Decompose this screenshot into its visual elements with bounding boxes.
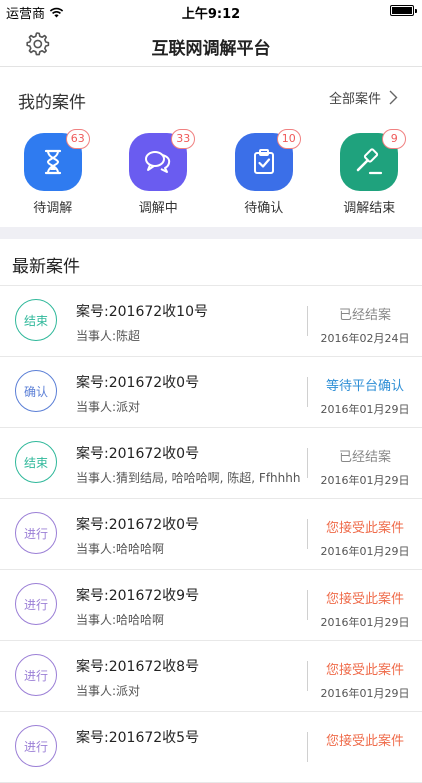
case-date: 2016年01月29日 [308,685,422,701]
hourglass-icon [37,146,69,178]
case-row[interactable]: 确认 案号:201672收0号 当事人:派对 等待平台确认 2016年01月29… [0,357,422,428]
case-status-text: 已经结案 [308,446,422,465]
case-status-badge: 进行 [15,654,57,696]
case-type-pending[interactable]: 63 待调解 [0,133,106,216]
case-status-text: 已经结案 [308,304,422,323]
case-party: 当事人:哈哈哈啊 [76,540,164,557]
case-date: 2016年01月29日 [308,543,422,559]
case-party: 当事人:哈哈哈啊 [76,611,164,628]
status-bar: 运营商 上午9:12 [0,0,422,22]
case-type-awaiting-confirm[interactable]: 10 待确认 [211,133,317,216]
case-type-label: 待确认 [244,197,283,216]
case-status-text: 您接受此案件 [308,730,422,749]
case-status-badge: 进行 [15,583,57,625]
case-party: 当事人:派对 [76,398,140,415]
case-status-text: 您接受此案件 [308,588,422,607]
case-type-completed[interactable]: 9 调解结束 [317,133,422,216]
case-status-badge: 结束 [15,441,57,483]
case-row[interactable]: 结束 案号:201672收10号 当事人:陈超 已经结案 2016年02月24日 [0,286,422,357]
battery-icon [390,5,414,16]
case-party: 当事人:猜到结局, 哈哈哈啊, 陈超, Ffhhhh [76,469,300,486]
case-status-badge: 确认 [15,370,57,412]
section-divider [0,227,422,239]
page-title: 互联网调解平台 [0,34,422,59]
nav-bar: 互联网调解平台 [0,22,422,67]
case-count-badge: 33 [171,129,195,149]
case-party: 当事人:派对 [76,682,140,699]
case-type-label: 调解中 [139,197,178,216]
case-status-badge: 进行 [15,725,57,767]
case-row[interactable]: 进行 案号:201672收0号 当事人:哈哈哈啊 您接受此案件 2016年01月… [0,499,422,570]
case-count-badge: 10 [277,129,301,149]
case-number: 案号:201672收0号 [76,372,199,392]
case-status-badge: 进行 [15,512,57,554]
case-date: 2016年01月29日 [308,614,422,630]
latest-cases-list: 结束 案号:201672收10号 当事人:陈超 已经结案 2016年02月24日… [0,286,422,783]
latest-cases-header: 最新案件 [0,239,422,286]
case-type-in-progress[interactable]: 33 调解中 [106,133,212,216]
case-type-label: 待调解 [33,197,72,216]
case-status-badge: 结束 [15,299,57,341]
case-party: 当事人:陈超 [76,327,140,344]
latest-cases-title: 最新案件 [12,252,80,277]
case-count-badge: 63 [66,129,90,149]
all-cases-label: 全部案件 [329,88,381,107]
my-cases-section: 我的案件 全部案件 63 待调解 [0,67,422,227]
case-type-grid: 63 待调解 33 调解中 [0,133,422,216]
chevron-right-icon [389,90,398,105]
my-cases-title: 我的案件 [18,88,86,113]
case-status-text: 等待平台确认 [308,375,422,394]
case-number: 案号:201672收8号 [76,656,199,676]
case-date: 2016年02月24日 [308,330,422,346]
case-number: 案号:201672收0号 [76,443,199,463]
clock: 上午9:12 [0,3,422,22]
case-row[interactable]: 进行 案号:201672收8号 当事人:派对 您接受此案件 2016年01月29… [0,641,422,712]
case-row[interactable]: 结束 案号:201672收0号 当事人:猜到结局, 哈哈哈啊, 陈超, Ffhh… [0,428,422,499]
case-date: 2016年01月29日 [308,472,422,488]
case-row[interactable]: 进行 案号:201672收9号 当事人:哈哈哈啊 您接受此案件 2016年01月… [0,570,422,641]
case-status-text: 您接受此案件 [308,517,422,536]
case-number: 案号:201672收10号 [76,301,208,321]
all-cases-link[interactable]: 全部案件 [329,88,398,107]
case-status-text: 您接受此案件 [308,659,422,678]
case-number: 案号:201672收5号 [76,727,199,747]
case-count-badge: 9 [382,129,406,149]
case-row[interactable]: 进行 案号:201672收5号 您接受此案件 [0,712,422,783]
gavel-icon [353,146,385,178]
case-number: 案号:201672收9号 [76,585,199,605]
chat-bubbles-icon [142,146,174,178]
case-type-label: 调解结束 [343,197,395,216]
case-number: 案号:201672收0号 [76,514,199,534]
case-date: 2016年01月29日 [308,401,422,417]
clipboard-check-icon [248,146,280,178]
